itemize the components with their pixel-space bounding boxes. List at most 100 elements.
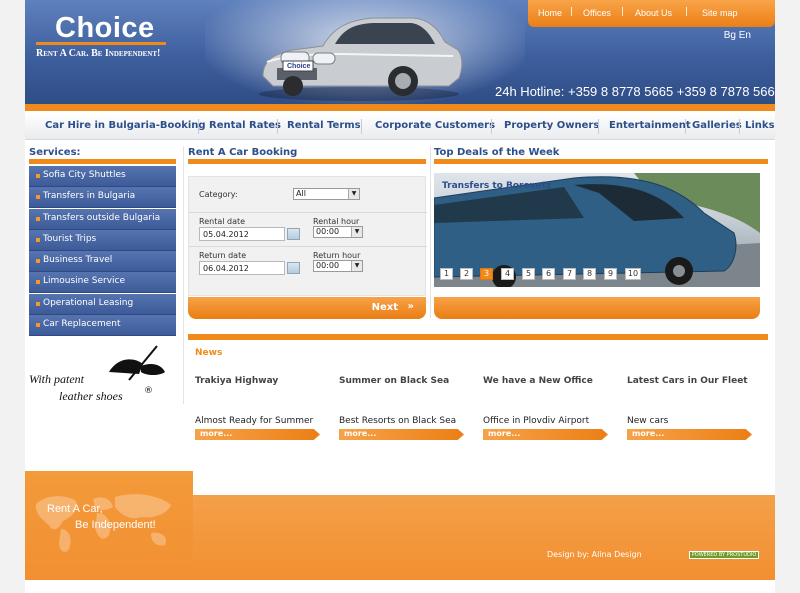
service-transfers-outside-bulgaria[interactable]: Transfers outside Bulgaria — [29, 208, 176, 230]
registered-mark: ® — [144, 386, 153, 396]
return-hour-select[interactable]: 00:00 ▼ — [313, 260, 363, 272]
pager-button-2[interactable]: 2 — [460, 268, 473, 280]
deals-title: Top Deals of the Week — [434, 147, 560, 158]
nav-links[interactable]: Links — [745, 120, 775, 131]
footer: Rent A Car, Be Independent! Design by: A… — [25, 471, 775, 580]
top-nav-about-us[interactable]: About Us — [635, 8, 672, 18]
chevron-down-icon: ▼ — [351, 227, 362, 237]
powered-by-badge[interactable]: POWERED BY PROSTUDIO — [689, 551, 759, 559]
service-operational-leasing[interactable]: Operational Leasing — [29, 293, 176, 315]
deal-slide-title: Transfers to Borovetz — [442, 181, 552, 191]
booking-title: Rent A Car Booking — [188, 147, 298, 158]
nav-galleries[interactable]: Galleries — [692, 120, 742, 131]
more-button[interactable]: more... — [483, 429, 608, 440]
top-nav-site-map[interactable]: Site map — [702, 8, 738, 18]
service-label: Transfers outside Bulgaria — [43, 212, 161, 223]
form-divider — [189, 246, 427, 247]
top-nav-separator: | — [621, 7, 625, 17]
services-list: Sofia City Shuttles Transfers in Bulgari… — [29, 166, 176, 337]
nav-rental-rates[interactable]: Rental Rates — [209, 120, 281, 131]
news-title: News — [195, 348, 223, 358]
services-title: Services: — [29, 147, 81, 158]
rental-hour-label: Rental hour — [313, 217, 360, 226]
next-button[interactable]: Next » — [188, 297, 426, 319]
news-heading[interactable]: We have a New Office — [483, 376, 613, 386]
rental-hour-select[interactable]: 00:00 ▼ — [313, 226, 363, 238]
header: Choice Rent A Car. Be Independent! Choic… — [25, 0, 775, 104]
hotline: 24h Hotline: +359 8 8778 5665 +359 8 787… — [495, 84, 775, 99]
car-image — [259, 17, 463, 101]
nav-corporate-customers[interactable]: Corporate Customers — [375, 120, 495, 131]
nav-car-hire-booking[interactable]: Car Hire in Bulgaria-Booking — [45, 120, 206, 131]
nav-divider — [361, 119, 362, 134]
pager-button-9[interactable]: 9 — [604, 268, 617, 280]
more-button[interactable]: more... — [627, 429, 752, 440]
more-button[interactable]: more... — [195, 429, 320, 440]
more-label: more... — [200, 429, 233, 438]
return-date-input[interactable]: 06.04.2012 — [199, 261, 285, 275]
services-title-bar — [29, 159, 176, 164]
news-heading[interactable]: Trakiya Highway — [195, 376, 325, 386]
pager-button-6[interactable]: 6 — [542, 268, 555, 280]
service-sofia-city-shuttles[interactable]: Sofia City Shuttles — [29, 166, 176, 187]
top-nav-home[interactable]: Home — [538, 8, 562, 18]
bullet-icon — [36, 174, 40, 178]
service-business-travel[interactable]: Business Travel — [29, 251, 176, 273]
service-tourist-trips[interactable]: Tourist Trips — [29, 229, 176, 251]
pager-button-10[interactable]: 10 — [625, 268, 641, 280]
language-switch[interactable]: Bg En — [724, 30, 751, 41]
pager-button-7[interactable]: 7 — [563, 268, 576, 280]
next-label: Next — [371, 302, 398, 313]
bullet-icon — [36, 259, 40, 264]
bullet-icon — [36, 323, 40, 328]
pager-button-4[interactable]: 4 — [501, 268, 514, 280]
logo-underline — [36, 42, 166, 45]
more-label: more... — [344, 429, 377, 438]
nav-property-owners[interactable]: Property Owners — [504, 120, 599, 131]
news-heading[interactable]: Latest Cars in Our Fleet — [627, 376, 757, 386]
bullet-icon — [36, 195, 40, 200]
calendar-icon[interactable] — [287, 228, 300, 240]
form-divider — [189, 212, 427, 213]
patent-shoes-banner[interactable]: With patent leather shoes ® — [29, 344, 179, 404]
nav-entertainment[interactable]: Entertainment — [609, 120, 691, 131]
booking-title-bar — [188, 159, 426, 164]
bullet-icon — [36, 237, 40, 242]
service-transfers-in-bulgaria[interactable]: Transfers in Bulgaria — [29, 187, 176, 209]
return-date-label: Return date — [199, 251, 247, 260]
service-label: Tourist Trips — [43, 233, 97, 244]
deal-bottom-bar — [434, 297, 760, 319]
news-summary: Best Resorts on Black Sea — [339, 416, 457, 426]
news-summary: Office in Plovdiv Airport — [483, 416, 590, 426]
tagline: Rent A Car. Be Independent! — [36, 48, 161, 59]
pager-button-3[interactable]: 3 — [480, 268, 493, 280]
pager-button-8[interactable]: 8 — [583, 268, 596, 280]
top-nav: Home | Offices | About Us | Site map — [528, 0, 775, 27]
deal-slide[interactable]: Transfers to Borovetz 1 2 3 4 5 6 7 8 9 … — [434, 173, 760, 287]
service-label: Car Replacement — [43, 319, 121, 330]
top-nav-separator: | — [570, 7, 574, 17]
service-car-replacement[interactable]: Car Replacement — [29, 315, 176, 337]
more-button[interactable]: more... — [339, 429, 464, 440]
nav-divider — [277, 119, 278, 134]
nav-rental-terms[interactable]: Rental Terms — [287, 120, 361, 131]
news-summary: New cars — [627, 416, 669, 426]
pager-button-1[interactable]: 1 — [440, 268, 453, 280]
nav-divider — [598, 119, 599, 134]
car-plate: Choice — [287, 63, 311, 70]
rental-date-input[interactable]: 05.04.2012 — [199, 227, 285, 241]
design-credit[interactable]: Design by: Alina Design — [547, 550, 642, 559]
calendar-icon[interactable] — [287, 262, 300, 274]
category-select[interactable]: All ▼ — [293, 188, 360, 200]
top-nav-offices[interactable]: Offices — [583, 8, 611, 18]
service-limousine-service[interactable]: Limousine Service — [29, 272, 176, 294]
pager-button-5[interactable]: 5 — [522, 268, 535, 280]
rental-hour-value: 00:00 — [316, 227, 340, 236]
news-heading[interactable]: Summer on Black Sea — [339, 376, 469, 386]
news-item: Trakiya Highway Almost Ready for Summer … — [195, 376, 325, 440]
news-bar — [188, 334, 768, 340]
service-label: Limousine Service — [43, 276, 126, 287]
logo[interactable]: Choice — [55, 12, 155, 45]
more-label: more... — [632, 429, 665, 438]
page: Choice Rent A Car. Be Independent! Choic… — [25, 0, 775, 593]
